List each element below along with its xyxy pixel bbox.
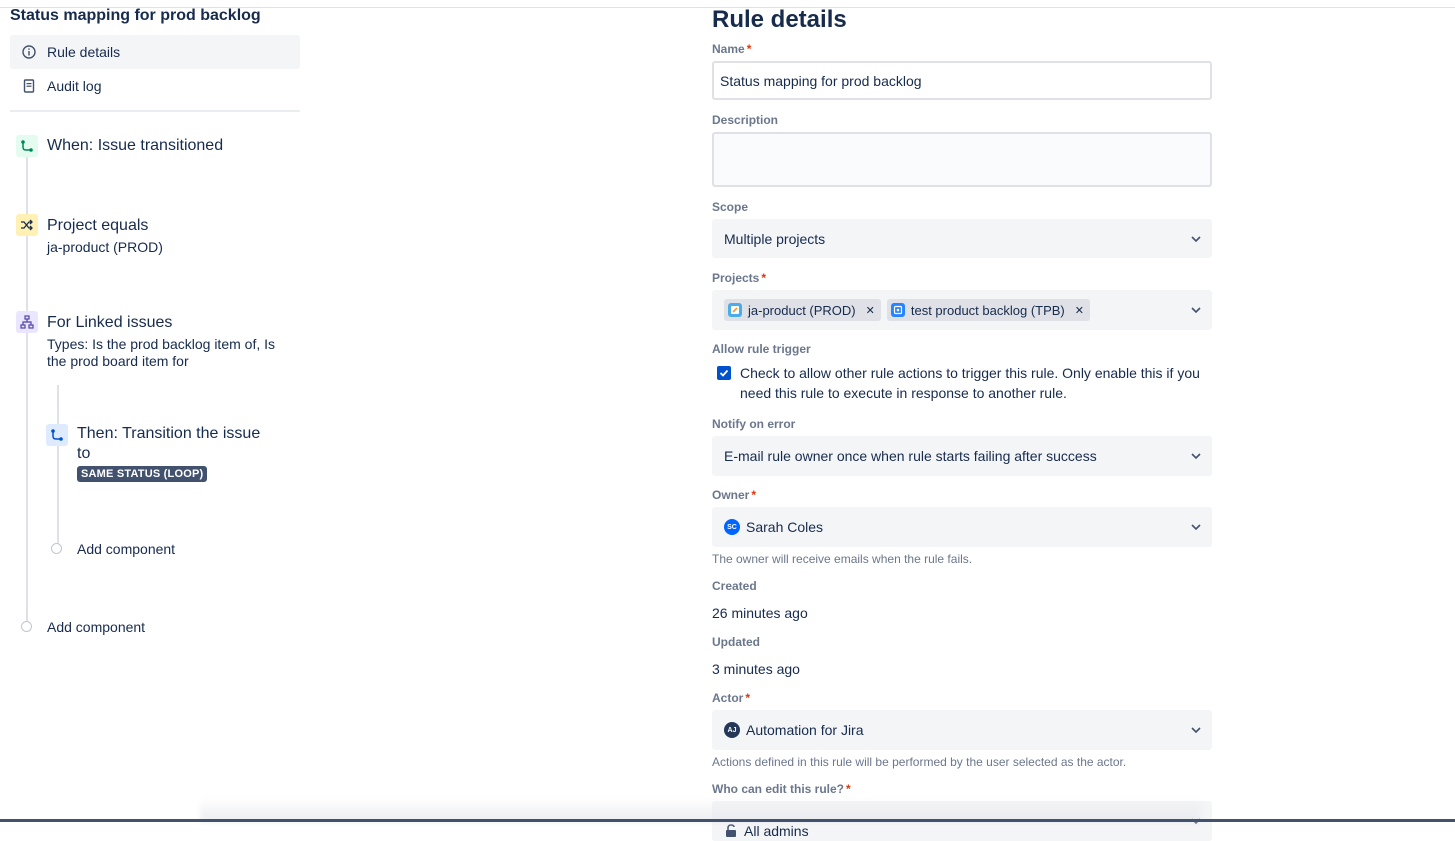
branch-subtitle: Types: Is the prod backlog item of, Is t… [47,336,275,369]
projects-label: Projects * [712,271,767,285]
nav-divider [10,110,300,112]
description-label: Description [712,113,779,127]
scope-value: Multiple projects [724,230,826,247]
action-title-line2: to [77,445,91,462]
avatar: AJ [724,722,740,738]
transition-icon [16,135,38,157]
add-component-inner-button[interactable]: Add component [77,541,175,557]
actor-helper-text: Actions defined in this rule will be per… [712,755,1127,769]
chevron-down-icon [1191,727,1201,734]
actor-select[interactable]: AJ Automation for Jira [712,710,1212,750]
scope-select[interactable]: Multiple projects [712,219,1212,258]
owner-label: Owner * [712,488,757,502]
document-icon [10,79,47,93]
project-icon [728,303,742,317]
notify-value: E-mail rule owner once when rule starts … [724,448,1097,464]
transition-icon [46,424,68,446]
rule-title: Status mapping for prod backlog [10,7,261,24]
branch-connector [57,385,59,545]
notify-label: Notify on error [712,417,796,431]
chevron-down-icon [1191,307,1201,314]
nav-rule-details[interactable]: Rule details [10,35,300,69]
chevron-down-icon [1191,453,1201,460]
trigger-title[interactable]: When: Issue transitioned [47,136,223,156]
owner-value: Sarah Coles [746,519,824,535]
project-tag: test product backlog (TPB) ✕ [886,299,1090,321]
owner-helper-text: The owner will receive emails when the r… [712,552,973,566]
project-tag-label: ja-product (PROD) [748,302,856,318]
form-heading: Rule details [712,6,847,33]
add-component-outer-button[interactable]: Add component [47,619,145,635]
chevron-down-icon [1191,524,1201,531]
add-component-dot [21,621,32,632]
editors-label: Who can edit this rule? * [712,782,851,796]
name-label: Name * [712,42,752,56]
owner-select[interactable]: SC Sarah Coles [712,507,1212,547]
remove-tag-icon[interactable]: ✕ [866,304,875,317]
status-lozenge: SAME STATUS (LOOP) [77,466,208,482]
allow-trigger-label: Allow rule trigger [712,342,811,356]
nav-rule-details-label: Rule details [47,44,121,60]
created-label: Created [712,579,757,593]
hierarchy-icon [16,311,38,333]
project-tag-label: test product backlog (TPB) [910,302,1065,318]
name-input[interactable]: Status mapping for prod backlog [712,61,1212,100]
projects-select[interactable]: ja-product (PROD) ✕ test product backlog… [712,290,1212,330]
remove-tag-icon[interactable]: ✕ [1075,304,1084,317]
updated-label: Updated [712,635,760,649]
actor-label: Actor * [712,691,751,705]
action-title[interactable]: Then: Transition the issue [77,424,260,444]
nav-audit-log[interactable]: Audit log [10,69,300,103]
add-component-dot [51,543,62,554]
notify-select[interactable]: E-mail rule owner once when rule starts … [712,436,1212,476]
allow-trigger-checkbox[interactable] [717,366,731,380]
project-tag: ja-product (PROD) ✕ [724,299,881,321]
condition-title[interactable]: Project equals [47,216,148,236]
avatar: SC [724,519,740,535]
checkmark-icon [719,369,729,377]
updated-value: 3 minutes ago [712,661,800,677]
editors-value: All admins [744,823,809,839]
condition-subtitle: ja-product (PROD) [47,239,163,255]
actor-value: Automation for Jira [746,722,864,738]
created-value: 26 minutes ago [712,605,808,621]
description-textarea[interactable] [712,132,1212,187]
nav-audit-log-label: Audit log [47,78,102,94]
project-icon [890,303,905,317]
editors-content: All admins [724,823,809,839]
allow-trigger-text: Check to allow other rule actions to tri… [740,365,1200,401]
shuffle-icon [16,214,38,236]
info-icon [10,45,47,59]
unlock-icon [726,824,736,837]
branch-title[interactable]: For Linked issues [47,313,172,333]
chevron-down-icon [1191,235,1201,242]
scope-label: Scope [712,200,749,214]
